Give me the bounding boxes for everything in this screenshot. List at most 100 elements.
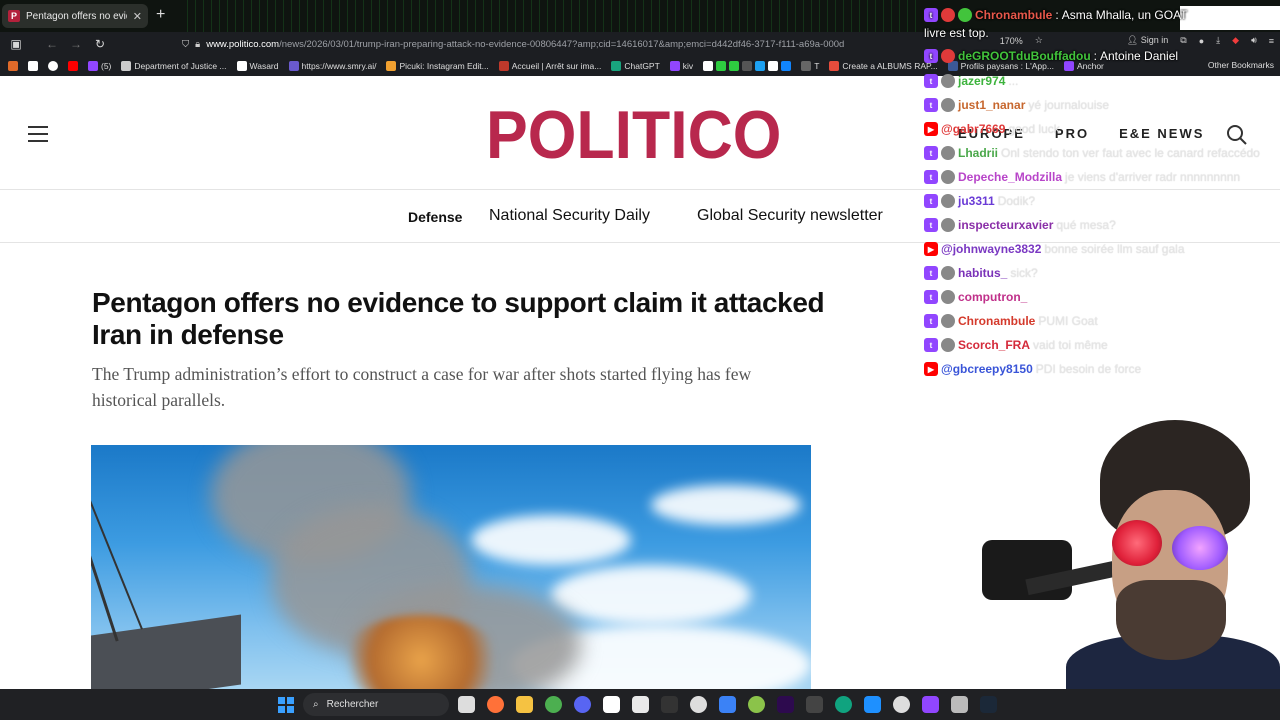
topic-defense[interactable]: Defense	[408, 209, 462, 225]
chrome-icon[interactable]	[545, 696, 562, 713]
politico-favicon-icon: P	[8, 10, 20, 22]
settings-icon[interactable]	[893, 696, 910, 713]
reload-icon[interactable]: ↻	[88, 37, 112, 51]
volume-icon[interactable]: 🔊︎	[1251, 35, 1257, 46]
topic-global-security-newsletter[interactable]: Global Security newsletter	[697, 207, 883, 225]
chat-username: just1_nanar	[958, 98, 1026, 112]
politico-logo[interactable]: POLITICO	[486, 96, 781, 174]
streamer-beard	[1116, 580, 1226, 660]
app-icon[interactable]	[951, 696, 968, 713]
search-icon[interactable]	[1226, 124, 1248, 146]
bookmark-label: https://www.smry.ai/	[301, 61, 377, 71]
chat-text: PUMI Goat	[1038, 314, 1098, 328]
bookmark-label: kiv	[682, 61, 694, 71]
twitch-icon: t	[924, 290, 938, 304]
bookmark-label: Accueil | Arrêt sur ima...	[511, 61, 602, 71]
premiere-icon[interactable]	[777, 696, 794, 713]
twitch-icon: t	[924, 338, 938, 352]
streamer-webcam	[976, 420, 1280, 689]
bookmark-icons-row[interactable]	[703, 61, 792, 71]
url-host: www.politico.com	[206, 38, 280, 50]
tab-close-icon[interactable]: ✕	[133, 10, 142, 23]
file-explorer-icon[interactable]	[516, 696, 533, 713]
app-icon[interactable]	[835, 696, 852, 713]
bookmark-1[interactable]: Department of Justice ...	[121, 61, 227, 71]
steam-icon[interactable]	[980, 696, 997, 713]
browser-tab-active[interactable]: P Pentagon offers no evidence to ✕	[2, 4, 148, 28]
twitch-icon: t	[924, 74, 938, 88]
chat-username: ju3311	[958, 194, 995, 208]
forward-icon[interactable]: →	[64, 37, 88, 51]
badge-icon	[941, 98, 955, 112]
address-bar[interactable]: ⛉ 🔒︎ www.politico.com/news/2026/03/01/tr…	[182, 35, 882, 53]
discord-icon[interactable]	[574, 696, 591, 713]
hamburger-menu-icon[interactable]	[28, 126, 48, 147]
bookmark-4[interactable]: Picuki: Instagram Edit...	[386, 61, 489, 71]
bookmark-icon-1[interactable]	[8, 61, 18, 71]
chat-text: yé journalouise	[1028, 98, 1110, 112]
bookmark-2[interactable]: Wasard	[236, 61, 279, 71]
app-icon[interactable]	[922, 696, 939, 713]
bookmark-8[interactable]: T	[801, 61, 819, 71]
bookmark-label: Wasard	[249, 61, 279, 71]
chat-message: t habitus_ sick?	[924, 264, 1038, 282]
tab-title: Pentagon offers no evidence to	[26, 10, 127, 22]
chat-username: @johnwayne3832	[941, 242, 1042, 256]
menu-icon[interactable]: ≡	[1269, 36, 1274, 46]
firefox-icon[interactable]	[487, 696, 504, 713]
header-link-ee-news[interactable]: E&E NEWS	[1119, 126, 1204, 141]
bookmark-6[interactable]: ChatGPT	[611, 61, 660, 71]
app-icon[interactable]	[806, 696, 823, 713]
youtube-bookmark-icon[interactable]	[68, 61, 78, 71]
bookmark-0[interactable]: (5)	[88, 61, 111, 71]
youtube-icon: ▶	[924, 122, 938, 136]
downloads-icon[interactable]: ⤓	[1216, 35, 1220, 46]
bookmark-9[interactable]: Create a ALBUMS RAP...	[829, 61, 938, 71]
app-icon[interactable]	[690, 696, 707, 713]
badge-icon	[941, 170, 955, 184]
chat-message-continued: livre est top.	[924, 26, 989, 40]
profile-icon[interactable]: ●	[1199, 36, 1204, 46]
chat-text: good luck	[1008, 122, 1060, 136]
topic-national-security-daily[interactable]: National Security Daily	[489, 207, 650, 225]
app-icon[interactable]	[603, 696, 620, 713]
notepad-icon[interactable]	[719, 696, 736, 713]
chat-username: Lhadrii	[958, 146, 999, 160]
bookmark-icon-3[interactable]	[48, 61, 58, 71]
article-dek: The Trump administration’s effort to con…	[92, 364, 752, 410]
twitch-icon: t	[924, 194, 938, 208]
article-hero-image	[91, 445, 811, 689]
twitch-icon: t	[924, 146, 938, 160]
chat-username: Chronambule	[958, 314, 1036, 328]
app-icon[interactable]	[632, 696, 649, 713]
chat-text: PDI besoin de force	[1035, 362, 1142, 376]
bookmark-7[interactable]: kiv	[669, 61, 694, 71]
twitch-icon: t	[924, 266, 938, 280]
badge-icon	[941, 49, 955, 63]
windows-start-icon[interactable]	[278, 697, 294, 713]
chat-text: Onl stendo ton ver faut avec le canard r…	[1001, 146, 1260, 160]
other-bookmarks[interactable]: Other Bookmarks	[1208, 60, 1274, 70]
sidebar-toggle-icon[interactable]: ▣	[4, 37, 28, 51]
bookmark-5[interactable]: Accueil | Arrêt sur ima...	[498, 61, 602, 71]
twitch-icon: t	[924, 98, 938, 112]
app-icon[interactable]	[661, 696, 678, 713]
extensions-icon[interactable]: ⧉	[1180, 35, 1186, 46]
badge-icon	[941, 314, 955, 328]
windows-taskbar: ⌕ Rechercher	[0, 689, 1280, 720]
chat-text: qué mesa?	[1056, 218, 1116, 232]
twitch-icon: t	[924, 314, 938, 328]
header-link-pro[interactable]: PRO	[1055, 126, 1089, 141]
new-tab-button[interactable]: +	[156, 6, 165, 24]
app-icon[interactable]	[864, 696, 881, 713]
task-view-icon[interactable]	[458, 696, 475, 713]
bookmark-icon-2[interactable]	[28, 61, 38, 71]
taskbar-search[interactable]: ⌕ Rechercher	[303, 693, 449, 716]
back-icon[interactable]: ←	[40, 37, 64, 51]
screen: P Pentagon offers no evidence to ✕ + ▣ ←…	[0, 0, 1280, 720]
sunglasses-left	[1112, 520, 1162, 566]
shields-icon[interactable]: ◆	[1232, 35, 1239, 46]
bookmark-3[interactable]: https://www.smry.ai/	[288, 61, 377, 71]
app-icon[interactable]	[748, 696, 765, 713]
badge-icon	[941, 218, 955, 232]
